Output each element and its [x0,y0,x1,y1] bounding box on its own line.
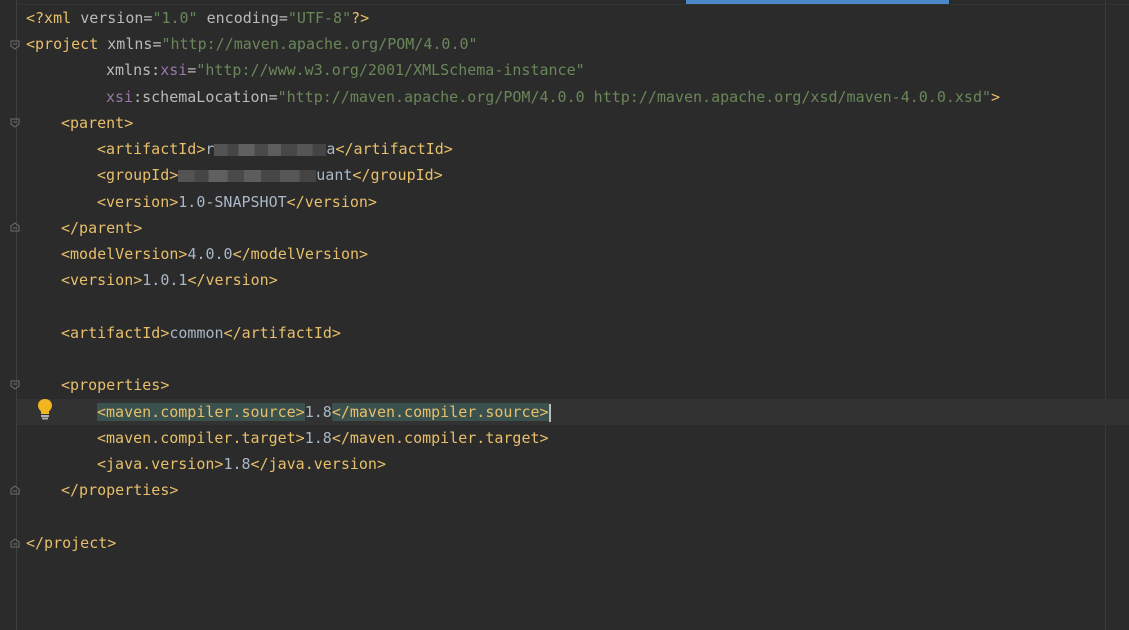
project-tag-close-bracket: > [991,88,1001,106]
code-line-compiler-source[interactable]: <maven.compiler.source>1.8</maven.compil… [97,399,551,425]
code-line-parent-close[interactable]: </parent> [61,215,142,241]
version-close-tag: </version> [187,271,278,289]
fold-marker-icon[interactable] [10,118,20,128]
java-version-close-tag: </java.version> [250,455,386,473]
project-close-tag: </project> [26,534,117,552]
xml-encoding-attr: encoding [206,9,279,27]
xmlns-xsi-value: "http://www.w3.org/2001/XMLSchema-instan… [196,61,585,79]
parent-version-value: 1.0-SNAPSHOT [178,193,287,211]
compiler-source-open-tag: <maven.compiler.source> [97,403,305,421]
code-line-project-close[interactable]: </project> [26,530,116,556]
xml-encoding-value: "UTF-8" [287,9,352,27]
version-close-tag: </version> [286,193,377,211]
artifact-open-tag: <artifactId> [97,140,206,158]
java-version-open-tag: <java.version> [97,455,224,473]
model-version-open-tag: <modelVersion> [61,245,188,263]
compiler-target-value: 1.8 [304,429,332,447]
equals-sign: = [187,61,197,79]
fold-marker-icon[interactable] [10,485,20,495]
version-value: 1.0.1 [142,271,188,289]
artifact-value: common [169,324,224,342]
fold-marker-icon[interactable] [10,40,20,50]
xmlns-value: "http://maven.apache.org/POM/4.0.0" [161,35,478,53]
xml-version-value: "1.0" [152,9,198,27]
code-line-parent-open[interactable]: <parent> [61,110,133,136]
xml-pi-close: ?> [351,9,370,27]
schema-location-value: "http://maven.apache.org/POM/4.0.0 http:… [277,88,992,106]
code-line-version[interactable]: <version>1.0.1</version> [61,267,278,293]
code-line-parent-group[interactable]: <groupId> uant</groupId> [97,162,443,188]
artifact-close-tag: </artifactId> [223,324,341,342]
code-line-model-version[interactable]: <modelVersion>4.0.0</modelVersion> [61,241,368,267]
xml-version-attr: version [80,9,144,27]
version-open-tag: <version> [97,193,179,211]
artifact-open-tag: <artifactId> [61,324,170,342]
compiler-target-close-tag: </maven.compiler.target> [331,429,549,447]
code-line-artifact[interactable]: <artifactId>common</artifactId> [61,320,341,346]
lightbulb-icon[interactable] [36,398,54,420]
right-margin-guide [1105,0,1106,630]
group-visible-end: uant [316,166,353,184]
compiler-source-value: 1.8 [304,403,332,421]
redacted-text [178,169,317,182]
group-close-tag: </groupId> [352,166,443,184]
project-tag-open: <project [26,35,108,53]
fold-marker-icon[interactable] [10,222,20,232]
code-line-java-version[interactable]: <java.version>1.8</java.version> [97,451,386,477]
artifact-visible-start: r [205,140,215,158]
properties-open-tag: <properties> [61,376,170,394]
parent-close-tag: </parent> [61,219,143,237]
xml-pi-open: <?xml [26,9,81,27]
code-line-parent-artifact[interactable]: <artifactId>r a</artifactId> [97,136,453,162]
equals-sign: = [268,88,278,106]
code-line-project-open[interactable]: <project xmlns="http://maven.apache.org/… [26,31,478,57]
text-caret [548,403,551,422]
code-editor[interactable]: <?xml version="1.0" encoding="UTF-8"?> <… [0,0,1129,630]
parent-open-tag: <parent> [61,114,134,132]
fold-marker-icon[interactable] [10,380,20,390]
compiler-target-open-tag: <maven.compiler.target> [97,429,305,447]
xsi-namespace: xsi [106,88,134,106]
java-version-value: 1.8 [223,455,251,473]
compiler-source-close-tag: </maven.compiler.source> [331,403,549,421]
model-version-value: 4.0.0 [187,245,233,263]
model-version-close-tag: </modelVersion> [232,245,369,263]
properties-close-tag: </properties> [61,481,179,499]
xmlns-xsi-prefix: xmlns: [106,61,161,79]
xsi-namespace: xsi [160,61,188,79]
code-line-schema-location[interactable]: xsi:schemaLocation="http://maven.apache.… [106,84,1000,110]
code-line-properties-open[interactable]: <properties> [61,372,169,398]
xmlns-attr: xmlns [107,35,153,53]
code-line-xmlns-xsi[interactable]: xmlns:xsi="http://www.w3.org/2001/XMLSch… [106,57,585,83]
schema-location-attr: :schemaLocation [133,88,269,106]
group-open-tag: <groupId> [97,166,179,184]
redacted-text [214,143,327,156]
code-line-compiler-target[interactable]: <maven.compiler.target>1.8</maven.compil… [97,425,549,451]
equals-sign: = [278,9,288,27]
artifact-close-tag: </artifactId> [335,140,453,158]
code-line-properties-close[interactable]: </properties> [61,477,178,503]
code-line-xml-declaration[interactable]: <?xml version="1.0" encoding="UTF-8"?> [26,5,369,31]
version-open-tag: <version> [61,271,143,289]
code-line-parent-version[interactable]: <version>1.0-SNAPSHOT</version> [97,189,377,215]
fold-marker-icon[interactable] [10,538,20,548]
editor-gutter[interactable] [0,0,17,630]
